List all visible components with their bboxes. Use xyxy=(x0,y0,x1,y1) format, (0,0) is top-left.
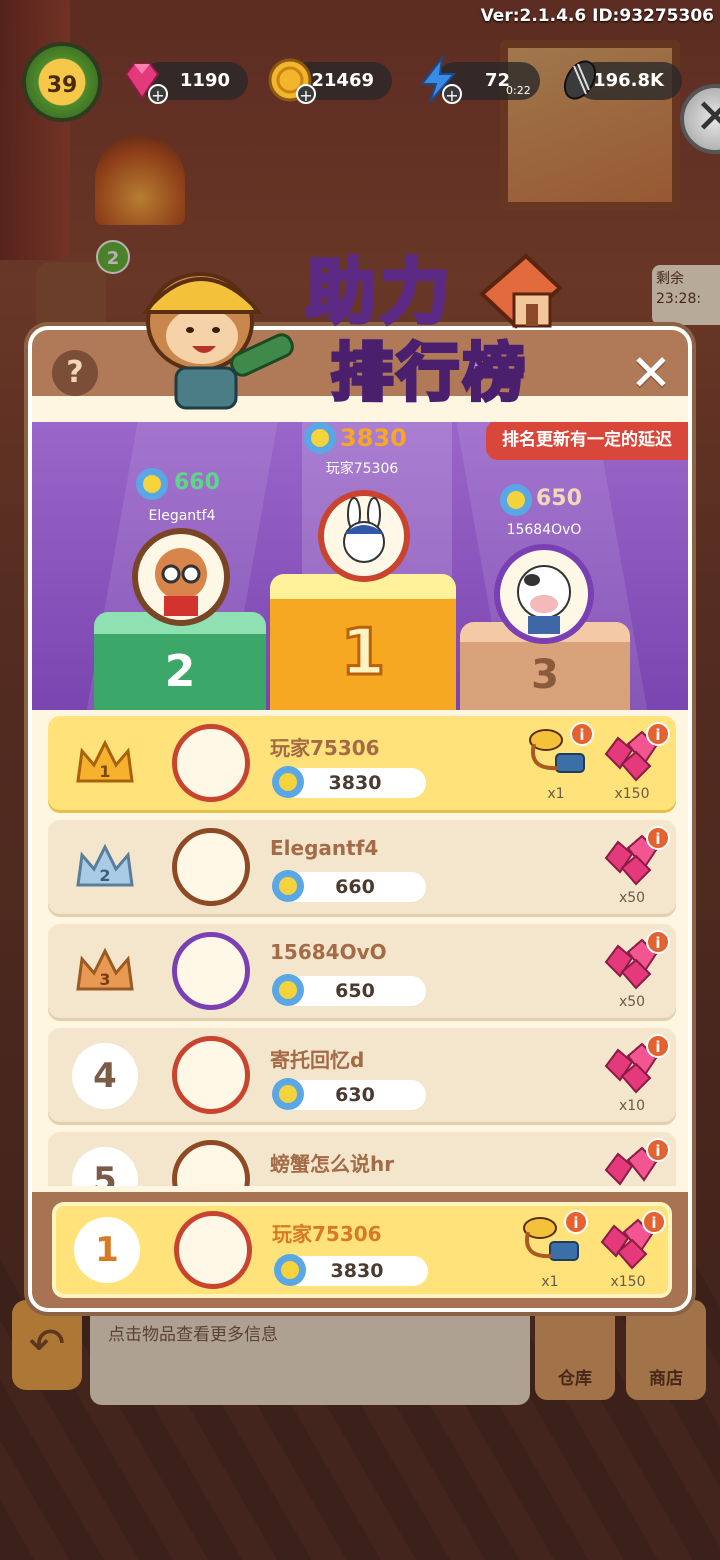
my-rank-row[interactable]: 1 玩家75306 3830 x1 i x150 i xyxy=(52,1202,672,1298)
player-name: 玩家75306 xyxy=(270,736,380,760)
podium-3-score: 650 xyxy=(536,486,582,511)
house-icon xyxy=(479,253,563,329)
sunflower-seed-icon xyxy=(563,60,597,100)
gem-plus-icon[interactable]: + xyxy=(148,84,168,105)
rank-text: 1 xyxy=(99,762,110,781)
player-name: 15684OvO xyxy=(270,940,387,964)
podium-1: 1 xyxy=(270,574,456,710)
flower-icon xyxy=(304,422,336,454)
info-icon[interactable]: i xyxy=(646,930,670,954)
ranking-list[interactable]: 1 玩家75306 3830 x1 i x150 i 2 Elegantf4 6… xyxy=(48,716,676,1186)
rank-number: 5 xyxy=(72,1147,138,1186)
podium-3-name: 15684OvO xyxy=(506,522,582,538)
flower-icon xyxy=(272,766,304,798)
version-label: Ver:2.1.4.6 ID:93275306 xyxy=(480,6,714,26)
fox-avatar-icon xyxy=(155,548,207,616)
reward-count: x10 xyxy=(618,1098,646,1114)
reward-slot[interactable]: x50 i xyxy=(600,930,670,1010)
info-icon[interactable]: i xyxy=(646,826,670,850)
reward-count: x150 xyxy=(610,1274,646,1290)
info-icon[interactable]: i xyxy=(642,1210,666,1234)
reward-slot[interactable]: i xyxy=(600,1138,670,1186)
flower-icon xyxy=(272,974,304,1006)
player-name: 螃蟹怎么说hr xyxy=(270,1152,395,1176)
reward-count: x50 xyxy=(618,890,646,906)
player-avatar[interactable] xyxy=(172,1140,250,1186)
reward-slot[interactable]: x150 i xyxy=(600,722,670,802)
flower-icon xyxy=(500,484,532,516)
podium-1-avatar[interactable] xyxy=(318,490,410,582)
help-button[interactable]: ? xyxy=(52,350,98,396)
reward-slot[interactable]: x1 i xyxy=(524,722,594,802)
info-icon[interactable]: i xyxy=(646,722,670,746)
gem-count: 1190 xyxy=(179,70,230,91)
cow-avatar-icon xyxy=(517,565,571,634)
rank-number: 4 xyxy=(72,1043,138,1109)
close-icon: ✕ xyxy=(630,344,672,402)
podium-2-name: Elegantf4 xyxy=(148,508,216,524)
player-avatar[interactable] xyxy=(172,1036,250,1114)
podium-2-rank: 2 xyxy=(164,646,196,697)
podium-2-avatar[interactable] xyxy=(132,528,230,626)
reward-count: x1 xyxy=(547,786,565,802)
energy-timer: 0:22 xyxy=(506,84,531,97)
flower-icon xyxy=(274,1254,306,1286)
player-name: 寄托回忆d xyxy=(270,1048,365,1072)
reward-slot[interactable]: x150 i xyxy=(596,1210,666,1290)
flower-icon xyxy=(136,468,168,500)
info-icon[interactable]: i xyxy=(646,1138,670,1162)
close-button[interactable]: ✕ xyxy=(626,348,676,398)
silver-crown-icon: 2 xyxy=(76,843,134,887)
rank-text: 2 xyxy=(99,866,110,885)
rank-text: 3 xyxy=(99,970,110,989)
podium-1-name: 玩家75306 xyxy=(325,461,399,477)
reward-slot[interactable]: x50 i xyxy=(600,826,670,906)
info-icon[interactable]: i xyxy=(570,722,594,746)
coin-count: 21469 xyxy=(311,70,374,91)
podium-area: 排名更新有一定的延迟 2 660 Elegantf4 1 3830 玩家7530… xyxy=(32,422,688,710)
player-avatar[interactable] xyxy=(172,828,250,906)
podium-2-score: 660 xyxy=(174,470,220,495)
coin-plus-icon[interactable]: + xyxy=(296,84,316,105)
reward-slot[interactable]: x10 i xyxy=(600,1034,670,1114)
ranking-row[interactable]: 2 Elegantf4 660 x50 i xyxy=(48,820,676,914)
delay-notice: 排名更新有一定的延迟 xyxy=(486,422,688,460)
my-rank-area: 1 玩家75306 3830 x1 i x150 i xyxy=(32,1192,688,1308)
ranking-row[interactable]: 1 玩家75306 3830 x1 i x150 i xyxy=(48,716,676,810)
flower-icon xyxy=(272,1078,304,1110)
bronze-crown-icon: 3 xyxy=(76,947,134,991)
podium-3-avatar[interactable] xyxy=(494,544,594,644)
close-icon: ✕ xyxy=(694,89,720,145)
ranking-row[interactable]: 4 寄托回忆d 630 x10 i xyxy=(48,1028,676,1122)
reward-count: x1 xyxy=(541,1274,559,1290)
player-level[interactable]: 39 xyxy=(22,42,102,122)
reward-count: x150 xyxy=(614,786,650,802)
reward-slot[interactable]: x1 i xyxy=(518,1210,588,1290)
flower-icon xyxy=(272,870,304,902)
my-name: 玩家75306 xyxy=(272,1222,382,1246)
podium-1-rank: 1 xyxy=(339,615,387,692)
player-avatar[interactable] xyxy=(172,932,250,1010)
bunny-avatar-icon xyxy=(343,497,385,563)
help-icon: ? xyxy=(66,355,84,390)
info-icon[interactable]: i xyxy=(646,1034,670,1058)
player-avatar[interactable] xyxy=(172,724,250,802)
podium-2: 2 xyxy=(94,612,266,710)
podium-1-score: 3830 xyxy=(340,424,407,452)
energy-plus-icon[interactable]: + xyxy=(442,84,462,105)
my-rank-number: 1 xyxy=(74,1217,140,1283)
info-icon[interactable]: i xyxy=(564,1210,588,1234)
player-name: Elegantf4 xyxy=(270,836,379,860)
reward-count: x50 xyxy=(618,994,646,1010)
leaderboard-panel: ? ✕ 排名更新有一定的延迟 2 660 Elegantf4 1 3830 玩家… xyxy=(28,326,692,1312)
podium-3-rank: 3 xyxy=(531,652,559,698)
gold-crown-icon: 1 xyxy=(76,739,134,783)
my-avatar[interactable] xyxy=(174,1211,252,1289)
ranking-row[interactable]: 3 15684OvO 650 x50 i xyxy=(48,924,676,1018)
ranking-row[interactable]: 5 螃蟹怎么说hr i xyxy=(48,1132,676,1186)
